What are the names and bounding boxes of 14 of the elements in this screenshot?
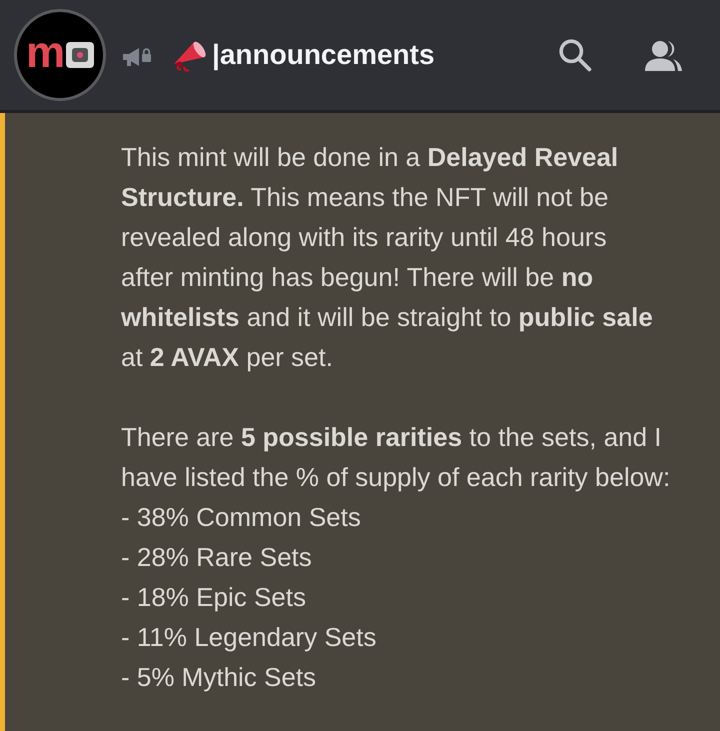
message-paragraph: There are 5 possible rarities to the sets, and I have listed the % of supply of each rarity below:: [121, 421, 672, 494]
rarity-list-item: - 11% Legendary Sets: [121, 621, 378, 654]
channel-name: |announcements: [212, 38, 435, 72]
message-paragraph: This mint will be done in a Delayed Reveal Structure. This means the NFT will not be revealed along with its rarity until 48 hours after minting has begun! There will be no whitelists and it will be straight to public sale at 2 AVAX per set.: [121, 141, 654, 374]
megaphone-lock-icon: [122, 45, 152, 69]
members-icon[interactable]: [644, 39, 684, 71]
dot-in-square-icon: [66, 42, 94, 68]
rarity-list-item: - 18% Epic Sets: [121, 581, 307, 614]
rarity-list-item: - 5% Mythic Sets: [121, 661, 318, 694]
server-avatar[interactable]: m: [14, 9, 106, 101]
avatar-letter: m: [26, 31, 63, 75]
rarity-list-item: - 28% Rare Sets: [121, 541, 313, 574]
rarity-list-item: - 38% Common Sets: [121, 501, 362, 534]
search-icon[interactable]: [558, 38, 592, 72]
